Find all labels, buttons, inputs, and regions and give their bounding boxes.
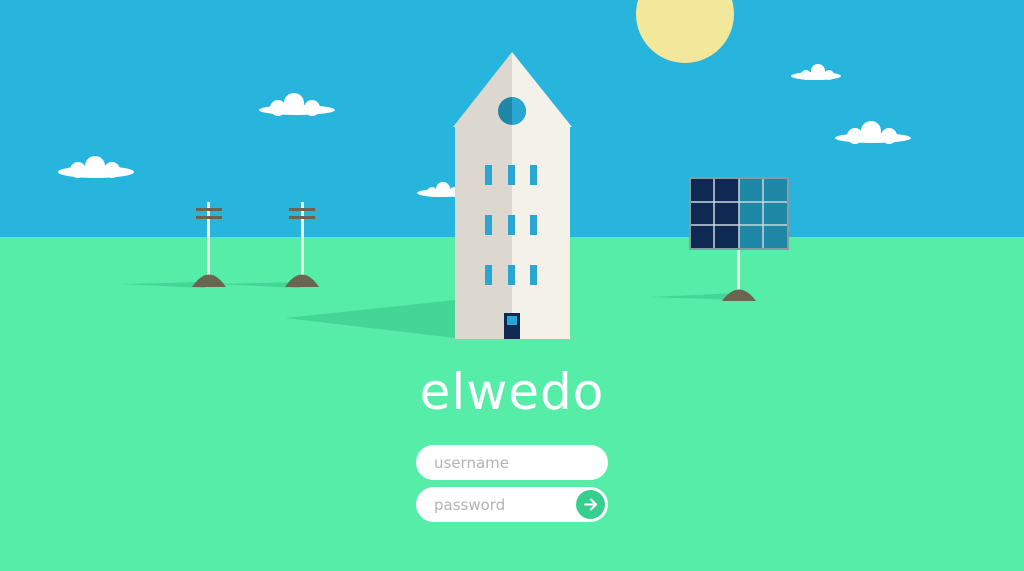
username-input[interactable] — [434, 445, 584, 480]
submit-button[interactable] — [576, 490, 605, 519]
password-input[interactable] — [434, 487, 584, 522]
username-field[interactable] — [416, 445, 608, 480]
brand-logo: elwedo — [419, 363, 605, 421]
arrow-right-icon — [584, 498, 597, 511]
landscape-illustration — [0, 0, 1024, 571]
password-field[interactable] — [416, 487, 608, 522]
